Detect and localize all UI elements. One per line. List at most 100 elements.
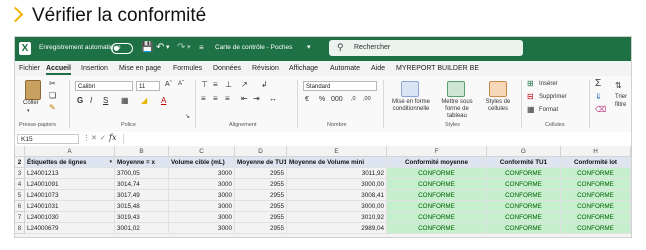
- save-icon[interactable]: 💾: [141, 42, 153, 54]
- mean-cell[interactable]: 3001,02: [115, 223, 169, 234]
- lot-cell[interactable]: L24001031: [25, 201, 115, 212]
- target-volume-cell[interactable]: 3000: [169, 212, 235, 223]
- paste-button[interactable]: Coller: [23, 100, 39, 106]
- column-header[interactable]: F: [387, 146, 487, 157]
- decrease-decimal-icon[interactable]: ,00: [363, 96, 371, 102]
- file-name-dropdown-icon[interactable]: ▾: [307, 42, 311, 54]
- sort-filter-label-2[interactable]: filtre: [615, 102, 626, 108]
- tu1-conformity-cell[interactable]: CONFORME: [487, 212, 561, 223]
- increase-font-icon[interactable]: Aˆ: [165, 81, 172, 88]
- wrap-text-icon[interactable]: ↲: [261, 80, 268, 90]
- delete-button[interactable]: Supprimer: [539, 94, 567, 100]
- lot-conformity-cell[interactable]: CONFORME: [561, 168, 631, 179]
- format-painter-icon[interactable]: ✎: [49, 103, 56, 113]
- tab-aide[interactable]: Aide: [371, 65, 385, 72]
- lot-conformity-cell[interactable]: CONFORME: [561, 179, 631, 190]
- row-number[interactable]: 4: [15, 179, 25, 190]
- mean-conformity-cell[interactable]: CONFORME: [387, 179, 487, 190]
- currency-format-icon[interactable]: €: [305, 96, 309, 103]
- tu1-conformity-header[interactable]: Conformité TU1: [487, 157, 561, 168]
- search-box[interactable]: ⚲ Rechercher: [329, 40, 523, 56]
- lot-conformity-cell[interactable]: CONFORME: [561, 190, 631, 201]
- row-number[interactable]: 8: [15, 223, 25, 234]
- mean-conformity-cell[interactable]: CONFORME: [387, 223, 487, 234]
- column-header[interactable]: D: [235, 146, 287, 157]
- lot-cell[interactable]: L24001030: [25, 212, 115, 223]
- font-size-select[interactable]: 11: [136, 81, 160, 91]
- autosave-toggle[interactable]: [111, 43, 133, 54]
- redo-dropdown-icon[interactable]: ▾: [187, 42, 191, 54]
- paste-dropdown-icon[interactable]: ▾: [27, 108, 30, 114]
- tab-accueil[interactable]: Accueil: [46, 65, 71, 75]
- mean-cell[interactable]: 3014,74: [115, 179, 169, 190]
- number-format-select[interactable]: Standard: [303, 81, 377, 91]
- tu1-mean-header[interactable]: Moyenne de TU1: [235, 157, 287, 168]
- undo-dropdown-icon[interactable]: ▾: [166, 42, 170, 54]
- paste-icon[interactable]: [25, 80, 41, 100]
- align-right-icon[interactable]: ≡: [225, 94, 230, 104]
- format-table-icon[interactable]: [447, 81, 465, 97]
- mean-conformity-cell[interactable]: CONFORME: [387, 190, 487, 201]
- customize-toolbar-icon[interactable]: ≡: [199, 42, 204, 54]
- tu1-conformity-cell[interactable]: CONFORME: [487, 168, 561, 179]
- cut-icon[interactable]: ✂: [49, 79, 56, 89]
- tab-affichage[interactable]: Affichage: [289, 65, 318, 72]
- min-volume-mean-header[interactable]: Moyenne de Volume mini: [287, 157, 387, 168]
- bold-button[interactable]: G: [77, 96, 83, 105]
- tu1-conformity-cell[interactable]: CONFORME: [487, 201, 561, 212]
- mean-cell[interactable]: 3015,48: [115, 201, 169, 212]
- more-options-icon[interactable]: ⋮: [83, 134, 90, 142]
- conditional-format-button[interactable]: Mise en forme conditionnelle: [389, 99, 433, 113]
- increase-decimal-icon[interactable]: ,0: [351, 96, 356, 102]
- decrease-indent-icon[interactable]: ⇤: [241, 94, 248, 104]
- format-cells-icon[interactable]: ▦: [527, 105, 535, 115]
- borders-icon[interactable]: ▦: [121, 96, 129, 106]
- orientation-icon[interactable]: ↗: [241, 80, 248, 90]
- row-labels-header[interactable]: Étiquettes de lignes ▾: [25, 157, 115, 168]
- fill-icon[interactable]: ⇓: [595, 92, 602, 102]
- tu1-cell[interactable]: 2955: [235, 223, 287, 234]
- lot-cell[interactable]: L24000679: [25, 223, 115, 234]
- fill-color-icon[interactable]: ◢: [141, 96, 147, 106]
- row-number[interactable]: 3: [15, 168, 25, 179]
- insert-button[interactable]: Insérer: [539, 81, 558, 87]
- tu1-cell[interactable]: 2955: [235, 212, 287, 223]
- column-header[interactable]: C: [169, 146, 235, 157]
- row-number[interactable]: 2: [15, 157, 25, 168]
- percent-format-icon[interactable]: %: [319, 96, 325, 103]
- mean-header[interactable]: Moyenne = x: [115, 157, 169, 168]
- copy-icon[interactable]: ❏: [49, 91, 56, 101]
- tu1-cell[interactable]: 2955: [235, 179, 287, 190]
- align-left-icon[interactable]: ≡: [201, 94, 206, 104]
- min-volume-cell[interactable]: 3000,00: [287, 179, 387, 190]
- tu1-cell[interactable]: 2955: [235, 201, 287, 212]
- mean-cell[interactable]: 3017,49: [115, 190, 169, 201]
- cancel-icon[interactable]: ✕: [91, 134, 97, 142]
- tu1-cell[interactable]: 2955: [235, 190, 287, 201]
- lot-cell[interactable]: L24001073: [25, 190, 115, 201]
- redo-icon[interactable]: ↷: [177, 42, 185, 54]
- target-volume-cell[interactable]: 3000: [169, 168, 235, 179]
- autosum-icon[interactable]: Σ: [595, 79, 601, 89]
- column-header[interactable]: A: [25, 146, 115, 157]
- lot-cell[interactable]: L24001213: [25, 168, 115, 179]
- row-number[interactable]: 7: [15, 212, 25, 223]
- column-header[interactable]: H: [561, 146, 631, 157]
- insert-icon[interactable]: ⊞: [527, 79, 534, 89]
- min-volume-cell[interactable]: 2989,04: [287, 223, 387, 234]
- tu1-cell[interactable]: 2955: [235, 168, 287, 179]
- min-volume-cell[interactable]: 3011,92: [287, 168, 387, 179]
- mean-conformity-cell[interactable]: CONFORME: [387, 212, 487, 223]
- lot-conformity-cell[interactable]: CONFORME: [561, 201, 631, 212]
- tu1-conformity-cell[interactable]: CONFORME: [487, 179, 561, 190]
- mean-cell[interactable]: 3700,05: [115, 168, 169, 179]
- undo-icon[interactable]: ↶: [156, 42, 164, 54]
- insert-function-icon[interactable]: fx: [109, 133, 116, 142]
- column-header[interactable]: E: [287, 146, 387, 157]
- target-volume-cell[interactable]: 3000: [169, 179, 235, 190]
- target-volume-cell[interactable]: 3000: [169, 190, 235, 201]
- mean-cell[interactable]: 3019,43: [115, 212, 169, 223]
- delete-icon[interactable]: ⊟: [527, 92, 534, 102]
- lot-cell[interactable]: L24001091: [25, 179, 115, 190]
- cell-styles-button[interactable]: Styles de cellules: [481, 99, 515, 113]
